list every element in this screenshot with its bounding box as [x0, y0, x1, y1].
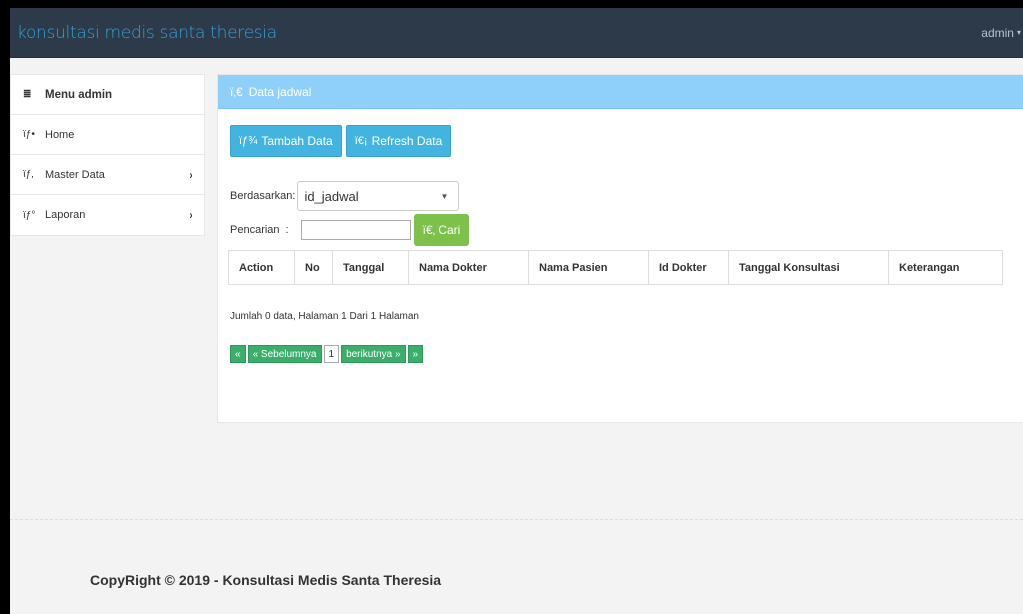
refresh-data-label: Refresh Data — [371, 134, 443, 148]
last-page-button[interactable]: » — [407, 345, 424, 363]
jadwal-table: Action No Tanggal Nama Dokter Nama Pasie… — [228, 250, 1003, 285]
data-panel: ï‚€ Data jadwal ïƒ¾ Tambah Data ï€¡ Refr… — [217, 74, 1023, 423]
column-header-no: No — [294, 250, 333, 285]
sidebar-item-label: Home — [45, 128, 75, 141]
pagination-summary: Jumlah 0 data, Halaman 1 Dari 1 Halaman — [230, 311, 419, 322]
sidebar-item-label: Master Data — [45, 168, 105, 181]
table-icon: ï‚€ — [230, 84, 243, 99]
filter-select[interactable]: id_jadwal ▼ — [297, 181, 460, 211]
next-page-button[interactable]: berikutnya » — [341, 345, 406, 363]
sidebar-item-laporan[interactable]: ïƒ° Laporan › — [11, 195, 204, 235]
table-header-row: Action No Tanggal Nama Dokter Nama Pasie… — [228, 250, 1003, 285]
search-button-label: Cari — [438, 223, 461, 237]
top-navbar: konsultasi medis santa theresia admin ▾ — [10, 8, 1023, 58]
footer-copyright: CopyRight © 2019 - Konsultasi Medis Sant… — [90, 572, 442, 588]
sidebar-item-label: Laporan — [45, 209, 86, 221]
sidebar-item-menu-admin: ≣ Menu admin — [11, 75, 204, 115]
column-header-id-dokter: Id Dokter — [648, 250, 729, 285]
column-header-tanggal: Tanggal — [332, 250, 409, 285]
home-icon: ïƒ• — [23, 129, 35, 140]
chevron-right-icon: › — [189, 208, 193, 222]
app-title[interactable]: konsultasi medis santa theresia — [17, 23, 277, 43]
filter-label: Berdasarkan — [230, 190, 293, 202]
sidebar-item-home[interactable]: ïƒ• Home — [11, 115, 204, 155]
column-header-tanggal-konsultasi: Tanggal Konsultasi — [728, 250, 889, 285]
page: konsultasi medis santa theresia admin ▾ … — [10, 8, 1023, 614]
footer-divider — [10, 519, 1023, 520]
dropdown-arrow-icon: ▼ — [440, 191, 449, 201]
user-menu[interactable]: admin ▾ — [981, 26, 1023, 40]
sidebar-item-master-data[interactable]: ïƒ‚ Master Data › — [11, 155, 204, 195]
page-number-button[interactable]: 1 — [323, 345, 340, 363]
refresh-data-button[interactable]: ï€¡ Refresh Data — [345, 125, 452, 157]
sidebar: ≣ Menu admin ïƒ• Home ïƒ‚ Master Data › … — [10, 74, 205, 236]
column-header-nama-pasien: Nama Pasien — [528, 250, 649, 285]
first-page-button[interactable]: « — [230, 345, 246, 363]
action-buttons: ïƒ¾ Tambah Data ï€¡ Refresh Data — [230, 125, 452, 157]
column-header-action: Action — [228, 250, 295, 285]
plus-icon: ïƒ¾ — [239, 135, 258, 147]
add-data-label: Tambah Data — [261, 134, 333, 148]
report-icon: ïƒ° — [23, 209, 36, 221]
pagination: « « Sebelumnya 1 berikutnya » » — [230, 345, 424, 363]
refresh-icon: ï€¡ — [354, 135, 368, 147]
search-label: Pencarian — [230, 224, 280, 236]
search-input[interactable] — [300, 220, 411, 240]
caret-down-icon: ▾ — [1016, 28, 1021, 37]
column-header-keterangan: Keterangan — [888, 250, 1003, 285]
panel-heading: ï‚€ Data jadwal — [218, 75, 1023, 109]
database-icon: ïƒ‚ — [23, 169, 34, 180]
menu-icon: ≣ — [23, 89, 32, 100]
previous-page-button[interactable]: « Sebelumnya — [247, 345, 322, 363]
panel-title: Data jadwal — [248, 84, 312, 99]
add-data-button[interactable]: ïƒ¾ Tambah Data — [230, 125, 342, 157]
user-name: admin — [981, 25, 1014, 40]
search-form: Berdasarkan: id_jadwal ▼ Pencarian: ï€‚ … — [230, 181, 470, 246]
filter-value: id_jadwal — [304, 188, 359, 204]
sidebar-item-label: Menu admin — [45, 88, 113, 101]
chevron-right-icon: › — [189, 167, 193, 182]
search-icon: ï€‚ — [422, 223, 436, 237]
column-header-nama-dokter: Nama Dokter — [408, 250, 529, 285]
search-button[interactable]: ï€‚ Cari — [413, 214, 470, 246]
